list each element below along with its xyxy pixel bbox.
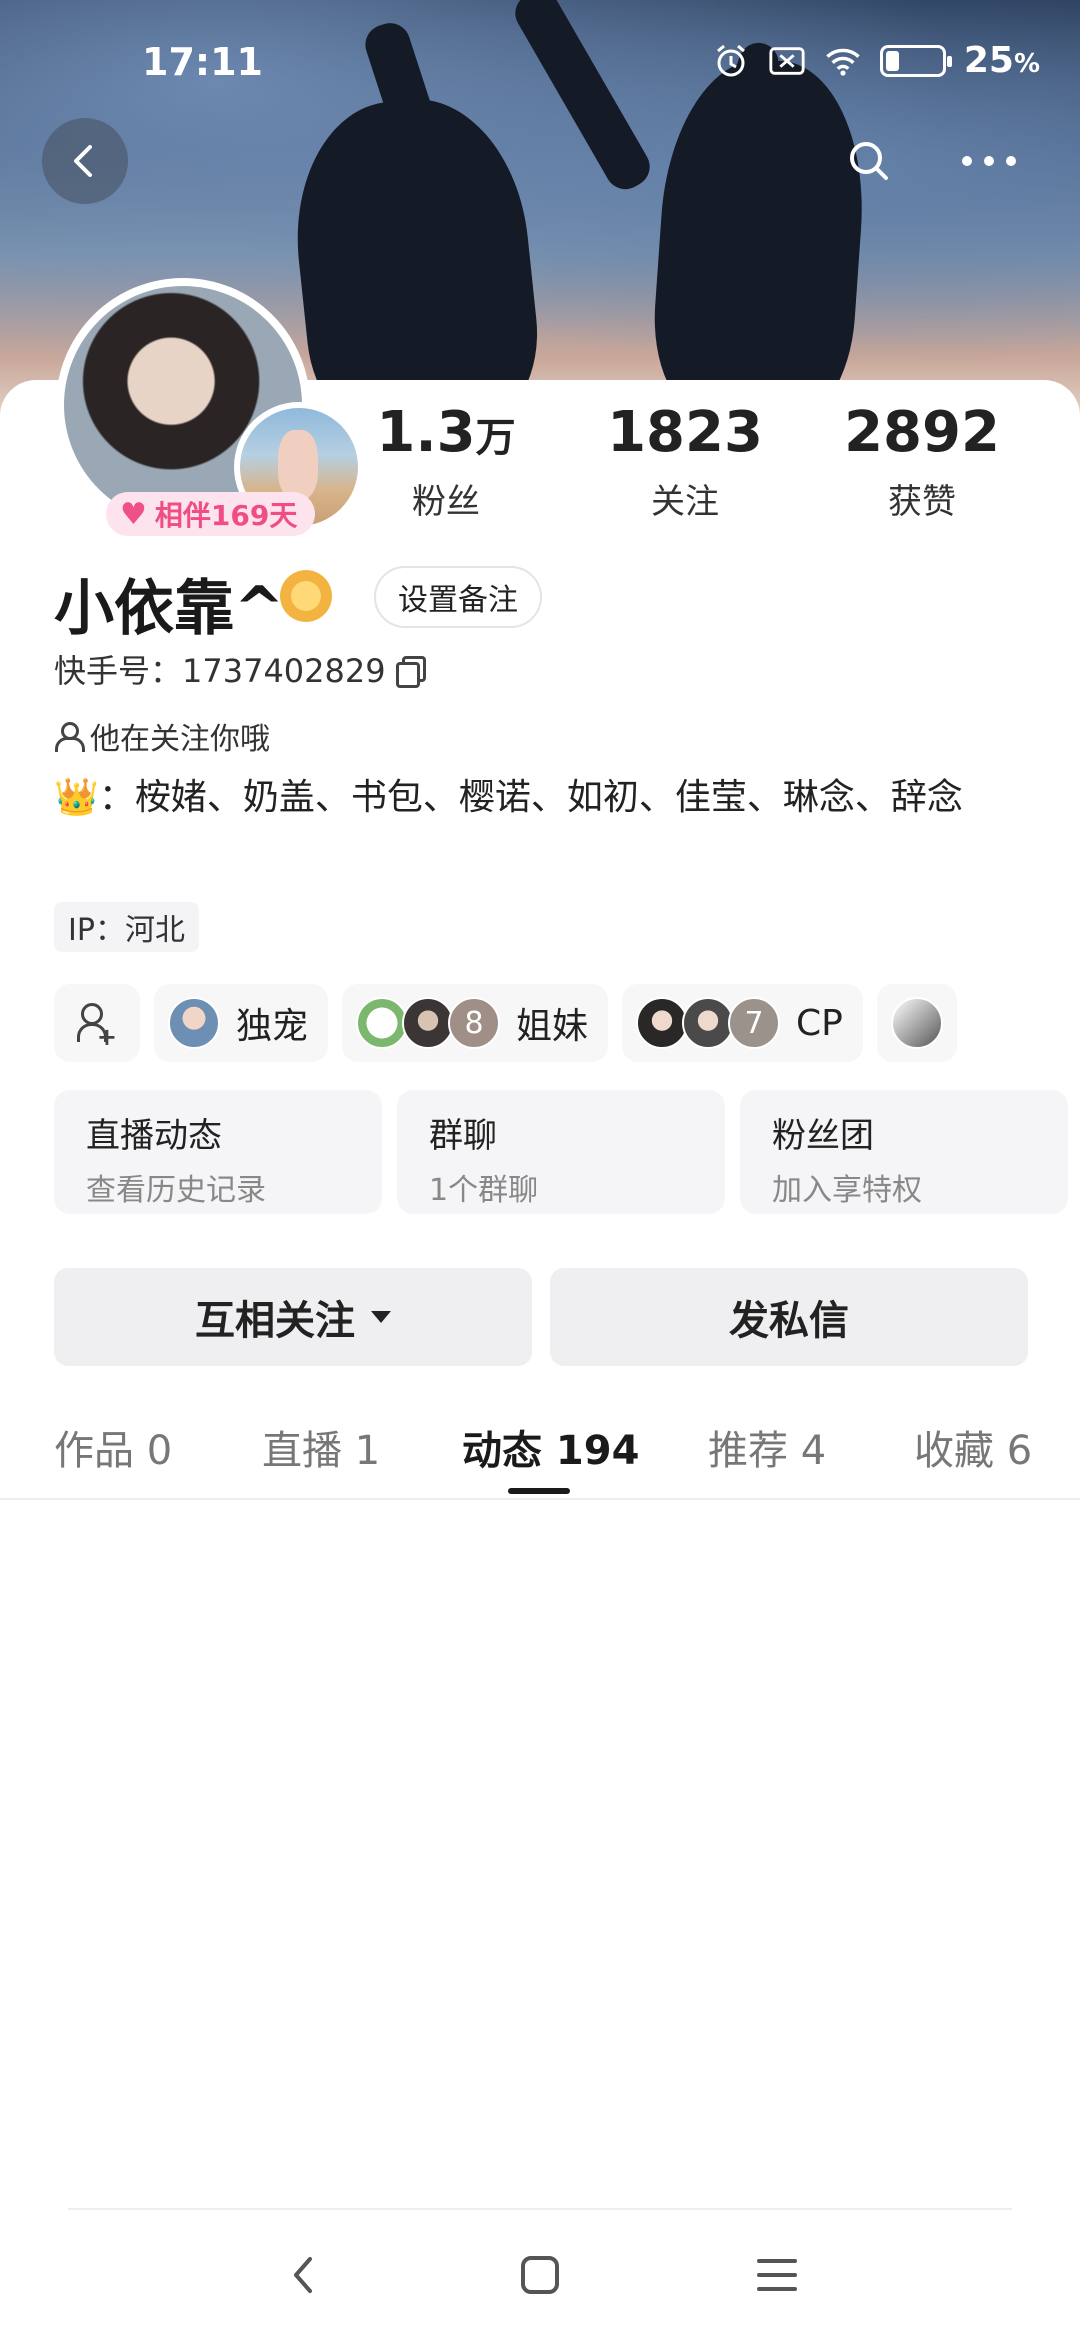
card-subtitle: 查看历史记录 [86, 1173, 266, 1208]
stat-following-value: 1823 [607, 400, 763, 465]
search-button[interactable] [826, 118, 912, 204]
caret-down-icon [371, 1311, 391, 1323]
status-bar: 17:11 25% [0, 0, 1080, 110]
status-time: 17:11 [142, 40, 263, 84]
system-navigation [0, 2240, 1080, 2310]
mutual-follow-button[interactable]: 互相关注 [54, 1268, 532, 1366]
tab-moments[interactable]: 动态 194 [462, 1418, 639, 1476]
person-icon [54, 722, 85, 752]
system-back-button[interactable] [268, 2240, 338, 2310]
system-menu-icon [757, 2259, 797, 2291]
system-home-icon [521, 2256, 559, 2294]
card-title: 直播动态 [86, 1116, 222, 1156]
avatar [682, 997, 735, 1049]
relation-chips: + 独宠 8 姐妹 7 CP [54, 984, 957, 1062]
bio: 👑：桉媎、奶盖、书包、樱诺、如初、佳莹、琳念、辞念 [54, 777, 963, 818]
heart-icon: ♥ [120, 496, 147, 532]
mutual-follow-label: 互相关注 [195, 1298, 355, 1344]
battery-icon [879, 44, 952, 77]
battery-percent-suffix: % [1013, 49, 1040, 79]
add-person-icon: + [77, 1003, 117, 1049]
stat-fans[interactable]: 1.3万 粉丝 [346, 402, 546, 523]
profile-name: 小依靠^ [54, 574, 285, 644]
card-title: 粉丝团 [772, 1116, 874, 1156]
relation-chip-cp[interactable]: 7 CP [622, 984, 863, 1062]
back-button[interactable] [42, 118, 128, 204]
kwai-id[interactable]: 快手号：1737402829 [54, 646, 426, 692]
alarm-icon [712, 42, 750, 80]
stat-following[interactable]: 1823 关注 [585, 402, 785, 523]
more-button[interactable] [946, 118, 1032, 204]
system-back-icon [294, 2257, 312, 2293]
stat-fans-number: 1.3 [376, 400, 476, 465]
companion-days: 相伴169天 [154, 499, 298, 532]
stat-fans-value: 1.3万 [346, 402, 546, 464]
companion-badge[interactable]: ♥ 相伴169天 [106, 492, 316, 536]
send-message-button[interactable]: 发私信 [550, 1268, 1028, 1366]
ip-location: IP：河北 [54, 902, 199, 952]
relation-chip-exclusive[interactable]: 独宠 [154, 984, 329, 1062]
status-icons: 25% [712, 40, 1040, 81]
tab-favorites[interactable]: 收藏 6 [914, 1418, 1032, 1476]
set-remark-button[interactable]: 设置备注 [374, 566, 542, 628]
copy-icon[interactable] [395, 656, 426, 688]
relation-label: CP [796, 1002, 843, 1044]
relation-count: 8 [448, 997, 501, 1049]
more-icon [962, 156, 1016, 166]
tab-works[interactable]: 作品 0 [54, 1418, 172, 1476]
battery-percent: 25% [964, 40, 1040, 81]
content-tabs: 作品 0 直播 1 动态 194 推荐 4 收藏 6 [0, 1400, 1080, 1500]
active-tab-indicator [508, 1488, 570, 1494]
avatar [168, 997, 220, 1049]
stat-likes[interactable]: 2892 获赞 [822, 402, 1022, 523]
battery-fill [885, 50, 900, 71]
stat-following-label: 关注 [651, 481, 719, 522]
stat-likes-value: 2892 [844, 400, 1000, 465]
relation-label: 独宠 [236, 1006, 309, 1047]
tab-recommend[interactable]: 推荐 4 [708, 1418, 826, 1476]
live-history-card[interactable]: 直播动态 查看历史记录 [54, 1090, 382, 1214]
tab-live[interactable]: 直播 1 [262, 1418, 380, 1476]
add-relation-button[interactable]: + [54, 984, 140, 1062]
battery-percent-value: 25 [963, 40, 1014, 81]
divider [68, 2208, 1012, 2210]
system-menu-button[interactable] [742, 2240, 812, 2310]
stat-likes-label: 获赞 [888, 481, 956, 522]
back-arrow-icon [74, 145, 92, 177]
avatar [890, 997, 943, 1049]
search-icon [850, 142, 888, 180]
wifi-icon [824, 42, 862, 80]
group-chat-card[interactable]: 群聊 1个群聊 [397, 1090, 725, 1214]
avatar [356, 997, 409, 1049]
kwai-id-text: 快手号：1737402829 [54, 652, 386, 690]
avatar [402, 997, 455, 1049]
stat-fans-unit: 万 [475, 415, 516, 461]
level-badge-icon[interactable] [280, 570, 332, 622]
avatar [636, 997, 689, 1049]
follows-you-text: 他在关注你哦 [90, 722, 270, 757]
stat-fans-label: 粉丝 [412, 481, 480, 522]
follows-you-hint: 他在关注你哦 [54, 714, 270, 758]
relation-count: 7 [728, 997, 781, 1049]
system-home-button[interactable] [505, 2240, 575, 2310]
fan-club-card[interactable]: 粉丝团 加入享特权 [740, 1090, 1068, 1214]
card-title: 群聊 [429, 1116, 497, 1156]
no-sim-icon [768, 42, 806, 80]
card-subtitle: 加入享特权 [772, 1173, 922, 1208]
relation-chip-sisters[interactable]: 8 姐妹 [342, 984, 609, 1062]
relation-chip-more[interactable] [876, 984, 957, 1062]
relation-label: 姐妹 [516, 1006, 589, 1047]
card-subtitle: 1个群聊 [429, 1173, 539, 1208]
